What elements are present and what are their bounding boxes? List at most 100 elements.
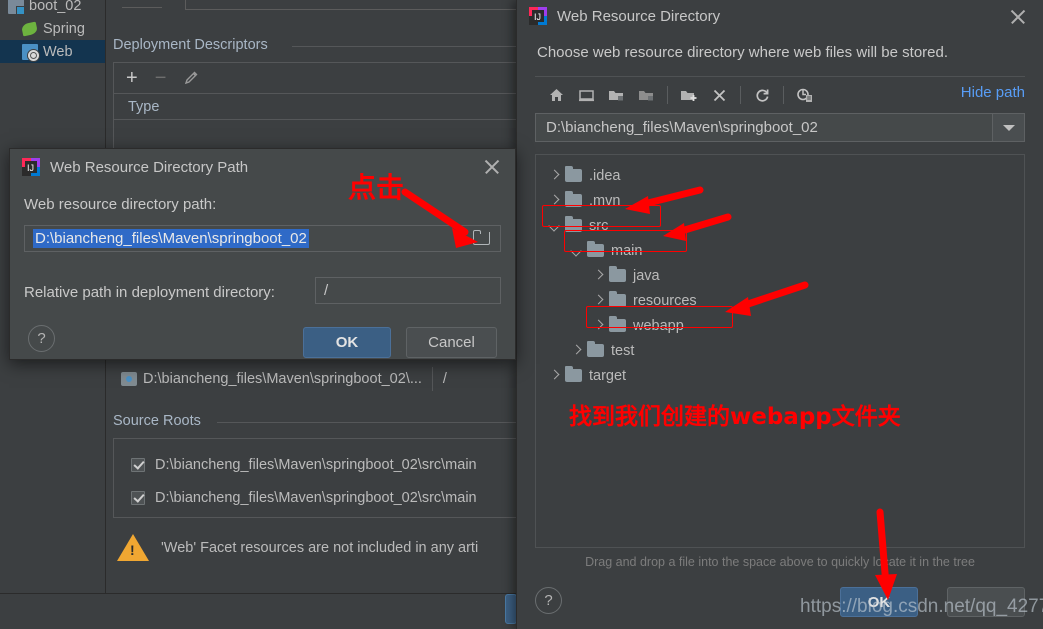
chevron-right-icon[interactable] (546, 167, 564, 185)
cancel-button[interactable]: Cancel (406, 327, 497, 358)
sidebar-item-module[interactable]: boot_02 (0, 0, 105, 17)
web-resource-directory-dialog: IJ Web Resource Directory Choose web res… (516, 0, 1043, 629)
delete-icon[interactable] (704, 81, 734, 109)
module-folder-icon[interactable] (631, 81, 661, 109)
tree-node-webapp[interactable]: webapp (536, 313, 1024, 338)
tree-node-label: webapp (633, 317, 684, 334)
chevron-right-icon[interactable] (546, 192, 564, 210)
intellij-idea-logo: IJ (529, 7, 547, 25)
relative-path-label: Relative path in deployment directory: (24, 284, 275, 301)
webapp-annotation-text: 找到我们创建的webapp文件夹 (569, 404, 901, 430)
source-root-row[interactable]: D:\biancheng_files\Maven\springboot_02\s… (131, 485, 477, 511)
descriptor-row-type: D:\biancheng_files\Maven\springboot_02\.… (143, 371, 422, 387)
svg-text:IJ: IJ (27, 163, 34, 173)
chevron-right-icon[interactable] (590, 267, 608, 285)
source-root-path: D:\biancheng_files\Maven\springboot_02\s… (155, 457, 477, 473)
dialog-title: Web Resource Directory (557, 7, 721, 25)
chooser-titlebar: IJ Web Resource Directory (517, 0, 1043, 32)
tree-node-label: resources (633, 292, 697, 309)
folder-icon (565, 166, 582, 182)
dialog-title: Web Resource Directory Path (50, 158, 249, 176)
close-icon[interactable] (483, 158, 501, 176)
folder-browse-icon[interactable] (473, 230, 490, 245)
source-root-checkbox[interactable] (131, 491, 145, 505)
tree-node[interactable]: java (536, 263, 1024, 288)
folder-icon (565, 366, 582, 382)
facet-warning: 'Web' Facet resources are not included i… (117, 534, 478, 561)
directory-tree[interactable]: .idea .mvn src main java resources webap… (535, 154, 1025, 548)
help-button[interactable]: ? (28, 325, 55, 352)
module-icon (8, 0, 25, 15)
tree-node-src[interactable]: src (536, 213, 1024, 238)
toolbar-divider (667, 86, 668, 104)
tree-node-label: src (589, 217, 609, 234)
project-folder-icon[interactable] (601, 81, 631, 109)
tree-node[interactable]: .mvn (536, 188, 1024, 213)
edit-pencil-icon[interactable] (183, 70, 199, 86)
chooser-toolbar: Hide path (517, 77, 1043, 113)
chevron-down-icon[interactable] (546, 217, 564, 235)
facet-warning-text: 'Web' Facet resources are not included i… (161, 539, 479, 556)
folder-icon (587, 241, 604, 257)
descriptor-file-icon (121, 372, 137, 386)
remove-descriptor-button[interactable]: − (155, 68, 167, 88)
web-resource-path-label: Web resource directory path: (24, 196, 217, 213)
relative-path-field[interactable]: / (315, 277, 501, 304)
watermark-text: https://blog.csdn.net/qq_42774001 (800, 596, 1043, 617)
sidebar-item-spring[interactable]: Spring (0, 17, 105, 40)
tree-node-label: java (633, 267, 660, 284)
ok-button[interactable]: OK (303, 327, 391, 358)
add-descriptor-button[interactable]: + (126, 68, 138, 88)
svg-text:IJ: IJ (534, 12, 541, 22)
warning-triangle-icon (117, 534, 149, 561)
tree-node-label: test (611, 342, 635, 359)
descriptor-row[interactable]: D:\biancheng_files\Maven\springboot_02\.… (121, 367, 447, 391)
path-combobox[interactable]: D:\biancheng_files\Maven\springboot_02 (535, 113, 1025, 142)
web-resource-directory-path-dialog: IJ Web Resource Directory Path Web resou… (9, 148, 516, 360)
tab-stub (122, 0, 162, 8)
sidebar-item-label: Web (43, 43, 73, 60)
tree-node-main[interactable]: main (536, 238, 1024, 263)
source-root-checkbox[interactable] (131, 458, 145, 472)
show-hidden-files-icon[interactable] (790, 81, 820, 109)
desktop-icon[interactable] (571, 81, 601, 109)
path-dialog-titlebar: IJ Web Resource Directory Path (10, 149, 515, 185)
source-root-path: D:\biancheng_files\Maven\springboot_02\s… (155, 490, 477, 506)
help-button[interactable]: ? (535, 587, 562, 614)
chevron-right-icon[interactable] (590, 292, 608, 310)
folder-icon (565, 216, 582, 232)
chevron-right-icon[interactable] (546, 367, 564, 385)
tree-node[interactable]: .idea (536, 163, 1024, 188)
tree-node-label: target (589, 367, 627, 384)
path-input[interactable]: D:\biancheng_files\Maven\springboot_02 (536, 114, 992, 141)
web-resource-path-field[interactable]: D:\biancheng_files\Maven\springboot_02 (24, 225, 501, 252)
tree-node-label: main (611, 242, 643, 259)
refresh-icon[interactable] (747, 81, 777, 109)
folder-icon (565, 191, 582, 207)
folder-icon (609, 266, 626, 282)
spring-leaf-icon (20, 21, 39, 37)
folder-icon (587, 341, 604, 357)
sidebar-item-label: Spring (43, 20, 85, 37)
chevron-right-icon[interactable] (568, 342, 586, 360)
tree-node[interactable]: resources (536, 288, 1024, 313)
chevron-right-icon[interactable] (590, 317, 608, 335)
source-roots-title: Source Roots (113, 413, 201, 429)
new-folder-icon[interactable] (674, 81, 704, 109)
sidebar-item-web[interactable]: Web (0, 40, 105, 63)
chevron-down-icon[interactable] (992, 114, 1024, 141)
click-annotation-text: 点击 (348, 171, 405, 204)
tree-node-label: .mvn (589, 192, 621, 209)
tree-node-label: .idea (589, 167, 621, 184)
dialog-subtitle: Choose web resource directory where web … (537, 44, 949, 61)
hide-path-link[interactable]: Hide path (961, 84, 1025, 101)
web-resource-path-value: D:\biancheng_files\Maven\springboot_02 (33, 229, 309, 248)
tree-node[interactable]: test (536, 338, 1024, 363)
source-root-row[interactable]: D:\biancheng_files\Maven\springboot_02\s… (131, 452, 477, 478)
tree-node[interactable]: target (536, 363, 1024, 388)
close-icon[interactable] (1009, 8, 1027, 26)
folder-icon (609, 316, 626, 332)
home-icon[interactable] (541, 81, 571, 109)
relative-path-value: / (324, 282, 329, 299)
chevron-down-icon[interactable] (568, 242, 586, 260)
